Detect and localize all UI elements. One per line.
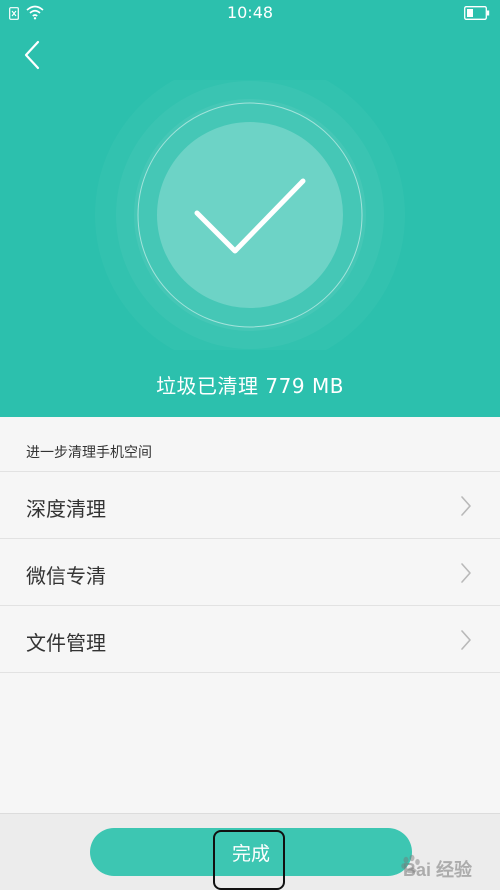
menu-item-label: 微信专清 xyxy=(26,564,106,588)
chevron-right-icon xyxy=(461,496,471,516)
watermark: Bai 经验 xyxy=(402,860,472,880)
clean-result-text: 垃圾已清理 779 MB xyxy=(156,374,344,398)
back-button[interactable] xyxy=(14,36,54,76)
done-label: 完成 xyxy=(231,844,270,865)
chevron-right-icon xyxy=(461,630,471,650)
battery-icon xyxy=(464,6,490,20)
footer-bar: 完成 Bai 经验 xyxy=(0,813,500,890)
chevron-left-icon xyxy=(24,40,40,70)
done-button[interactable]: 完成 xyxy=(90,828,412,890)
menu-item-wechat-clean[interactable]: 微信专清 xyxy=(0,539,500,606)
section-header: 进一步清理手机空间 xyxy=(0,417,500,472)
section-title: 进一步清理手机空间 xyxy=(26,445,152,461)
hero-banner: 10:48 垃圾已清理 779 MB xyxy=(0,0,500,417)
menu-item-deep-clean[interactable]: 深度清理 xyxy=(0,472,500,539)
status-bar: 10:48 xyxy=(0,0,500,28)
menu-item-file-manager[interactable]: 文件管理 xyxy=(0,606,500,673)
menu-item-label: 文件管理 xyxy=(26,631,106,655)
success-graphic xyxy=(116,81,384,349)
empty-area xyxy=(0,673,500,813)
menu-item-label: 深度清理 xyxy=(26,497,106,521)
status-time: 10:48 xyxy=(226,3,274,22)
chevron-right-icon xyxy=(461,563,471,583)
